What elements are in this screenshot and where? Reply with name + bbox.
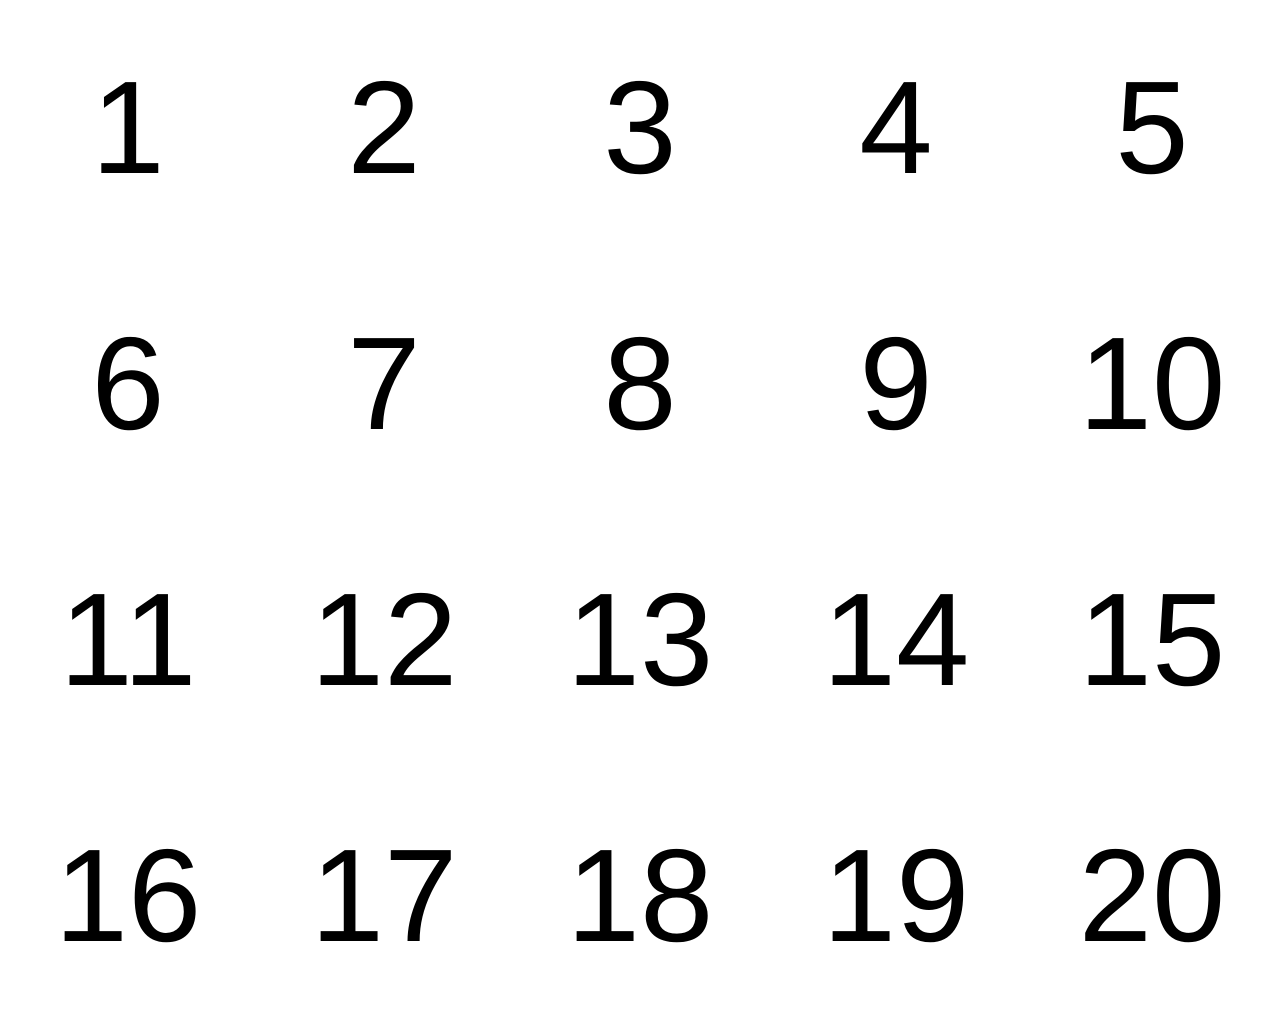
- number-cell: 16: [54, 822, 202, 969]
- number-cell: 5: [1115, 54, 1189, 201]
- number-cell: 7: [347, 310, 421, 457]
- number-cell: 18: [566, 822, 714, 969]
- number-cell: 11: [59, 566, 197, 713]
- number-cell: 6: [91, 310, 165, 457]
- number-cell: 20: [1078, 822, 1226, 969]
- number-cell: 10: [1078, 310, 1226, 457]
- number-grid: 1 2 3 4 5 6 7 8 9 10 11 12 13 14 15 16 1…: [0, 0, 1280, 1024]
- number-cell: 12: [310, 566, 458, 713]
- number-cell: 17: [310, 822, 458, 969]
- number-cell: 8: [603, 310, 677, 457]
- number-cell: 2: [347, 54, 421, 201]
- number-cell: 1: [91, 54, 165, 201]
- number-cell: 13: [566, 566, 714, 713]
- number-cell: 15: [1078, 566, 1226, 713]
- number-cell: 14: [822, 566, 970, 713]
- number-cell: 3: [603, 54, 677, 201]
- number-cell: 19: [822, 822, 970, 969]
- number-cell: 4: [859, 54, 933, 201]
- number-cell: 9: [859, 310, 933, 457]
